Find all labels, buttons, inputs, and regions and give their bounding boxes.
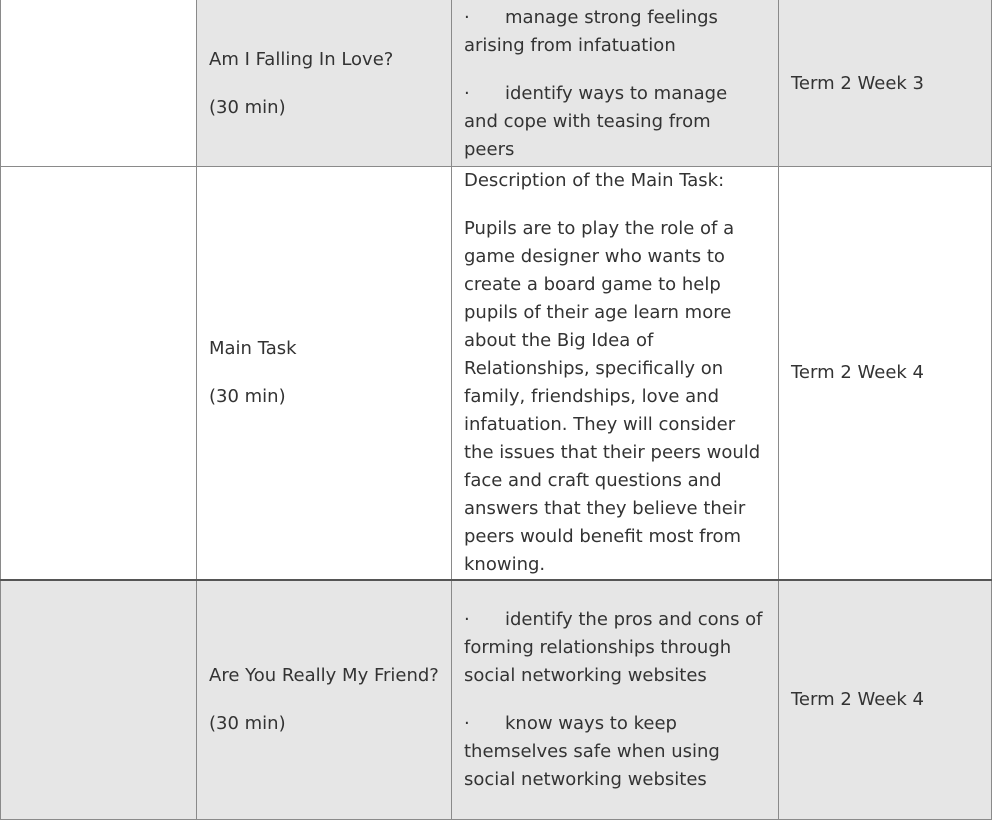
objective-item: · manage strong feelings arising from inf… xyxy=(464,4,766,60)
lesson-plan-table: Am I Falling In Love? (30 min) · manage s… xyxy=(0,0,992,820)
lesson-duration: (30 min) xyxy=(209,712,286,734)
bullet-icon: · xyxy=(464,712,470,734)
objective-item: · identify the pros and cons of forming r… xyxy=(464,606,766,690)
lesson-cell: Main Task (30 min) xyxy=(196,165,452,580)
table-row: Am I Falling In Love? (30 min) · manage s… xyxy=(0,0,992,167)
objective-item: · identify ways to manage and cope with t… xyxy=(464,80,766,164)
bullet-icon: · xyxy=(464,6,470,28)
blank-cell xyxy=(0,165,197,580)
term-cell: Term 2 Week 3 xyxy=(778,0,992,167)
objective-item: · know ways to keep themselves safe when … xyxy=(464,710,766,794)
table-row: Are You Really My Friend? (30 min) · iden… xyxy=(0,578,992,820)
description-text: Pupils are to play the role of a game de… xyxy=(464,217,761,575)
description-cell: Description of the Main Task: Pupils are… xyxy=(451,165,779,580)
objectives-cell: · identify the pros and cons of forming r… xyxy=(451,578,779,820)
lesson-title: Am I Falling In Love? xyxy=(209,48,394,70)
lesson-title: Are You Really My Friend? xyxy=(209,664,439,686)
lesson-duration: (30 min) xyxy=(209,96,286,118)
blank-cell xyxy=(0,0,197,167)
lesson-title: Main Task xyxy=(209,337,297,359)
lesson-duration: (30 min) xyxy=(209,385,286,407)
objectives-cell: · manage strong feelings arising from inf… xyxy=(451,0,779,167)
term-cell: Term 2 Week 4 xyxy=(778,165,992,580)
description-heading: Description of the Main Task: xyxy=(464,169,725,191)
blank-cell xyxy=(0,578,197,820)
table-row: Main Task (30 min) Description of the Ma… xyxy=(0,165,992,580)
lesson-cell: Am I Falling In Love? (30 min) xyxy=(196,0,452,167)
bullet-icon: · xyxy=(464,608,470,630)
lesson-cell: Are You Really My Friend? (30 min) xyxy=(196,578,452,820)
bullet-icon: · xyxy=(464,82,470,104)
term-cell: Term 2 Week 4 xyxy=(778,578,992,820)
